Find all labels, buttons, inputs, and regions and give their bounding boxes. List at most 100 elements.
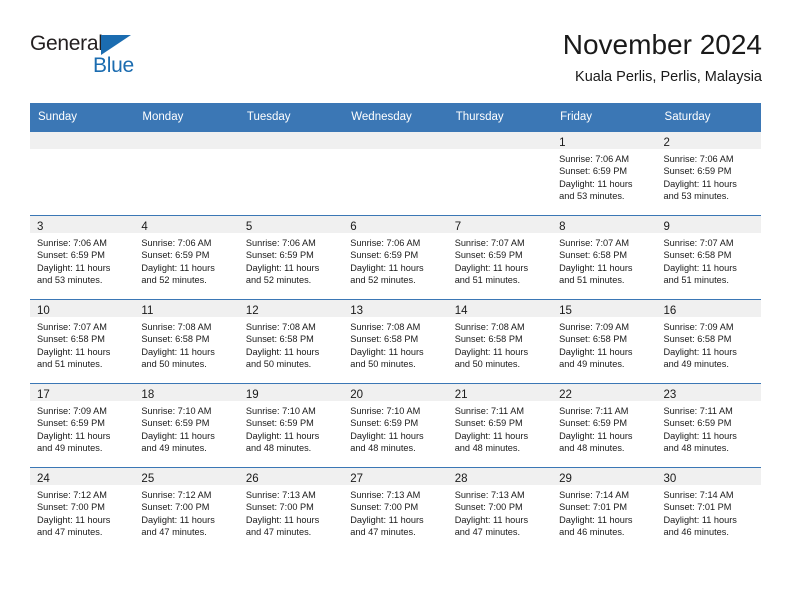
- sunrise-text: Sunrise: 7:07 AM: [663, 238, 734, 248]
- day-detail-body: Sunrise: 7:09 AM Sunset: 6:59 PM Daylight:…: [30, 401, 134, 455]
- sunset-text: Sunset: 6:59 PM: [37, 250, 105, 261]
- day-number-band: 20: [343, 384, 448, 401]
- weekday-header-wednesday: Wednesday: [343, 103, 448, 132]
- day-number-band: 2: [656, 132, 761, 149]
- day-number-band: 21: [447, 384, 553, 401]
- day-detail-body: Sunrise: 7:06 AM Sunset: 6:59 PM Daylight:…: [134, 233, 238, 287]
- day-number: 14: [454, 305, 468, 317]
- day-number: 17: [37, 389, 50, 401]
- calendar-day-cell-22[interactable]: 22 Sunrise: 7:11 AM Sunset: 6:59 PM Dayligh…: [552, 383, 657, 468]
- day-number-band: 24: [30, 468, 135, 485]
- daylight-text-line2: and 49 minutes.: [141, 443, 207, 454]
- day-number: 5: [245, 221, 253, 233]
- sunset-text: Sunset: 6:59 PM: [141, 250, 210, 261]
- calendar-day-cell-29[interactable]: 29 Sunrise: 7:14 AM Sunset: 7:01 PM Dayligh…: [552, 467, 657, 551]
- calendar-header-row: Sunday Monday Tuesday Wednesday Thursday Frid…: [30, 103, 761, 132]
- page-subtitle: Kuala Perlis, Perlis, Malaysia: [575, 69, 762, 85]
- sunrise-text: Sunrise: 7:08 AM: [350, 322, 421, 332]
- calendar-day-cell-4[interactable]: 4 Sunrise: 7:06 AM Sunset: 6:59 PM Daylight…: [134, 215, 239, 300]
- daylight-text-line2: and 53 minutes.: [663, 191, 729, 202]
- daylight-text-line1: Daylight: 11 hours: [559, 178, 633, 189]
- day-number: 16: [663, 305, 677, 317]
- sunrise-text: Sunrise: 7:07 AM: [454, 238, 525, 248]
- calendar-day-cell-25[interactable]: 25 Sunrise: 7:12 AM Sunset: 7:00 PM Dayligh…: [134, 467, 239, 551]
- day-detail-body: Sunrise: 7:06 AM Sunset: 6:59 PM Daylight:…: [343, 233, 447, 287]
- day-number-band: 30: [656, 468, 761, 485]
- day-number: 2: [663, 137, 670, 149]
- sunrise-text: Sunrise: 7:13 AM: [454, 490, 525, 500]
- day-detail-body: Sunrise: 7:06 AM Sunset: 6:59 PM Daylight:…: [552, 149, 656, 203]
- daylight-text-line2: and 49 minutes.: [663, 359, 729, 370]
- day-number: 28: [454, 473, 468, 485]
- calendar-day-cell-empty: [447, 131, 553, 216]
- day-number-band: [134, 132, 239, 149]
- day-detail-body: Sunrise: 7:12 AM Sunset: 7:00 PM Daylight:…: [134, 485, 238, 539]
- sunset-text: Sunset: 7:00 PM: [245, 502, 314, 513]
- daylight-text-line2: and 52 minutes.: [245, 275, 312, 286]
- day-number: 27: [350, 473, 364, 485]
- calendar-day-cell-21[interactable]: 21 Sunrise: 7:11 AM Sunset: 6:59 PM Dayligh…: [447, 383, 553, 468]
- sunset-text: Sunset: 6:59 PM: [245, 418, 314, 429]
- calendar-day-cell-19[interactable]: 19 Sunrise: 7:10 AM Sunset: 6:59 PM Dayligh…: [238, 383, 344, 468]
- calendar-day-cell-28[interactable]: 28 Sunrise: 7:13 AM Sunset: 7:00 PM Dayligh…: [447, 467, 553, 551]
- weekday-header-thursday: Thursday: [447, 103, 553, 132]
- daylight-text-line2: and 52 minutes.: [141, 275, 207, 286]
- calendar-day-cell-7[interactable]: 7 Sunrise: 7:07 AM Sunset: 6:59 PM Daylight…: [447, 215, 553, 300]
- day-number-band: 28: [447, 468, 553, 485]
- calendar-day-cell-3[interactable]: 3 Sunrise: 7:06 AM Sunset: 6:59 PM Daylight…: [30, 215, 135, 300]
- calendar-day-cell-27[interactable]: 27 Sunrise: 7:13 AM Sunset: 7:00 PM Dayligh…: [343, 467, 448, 551]
- calendar-day-cell-empty: [238, 131, 344, 216]
- calendar-day-cell-13[interactable]: 13 Sunrise: 7:08 AM Sunset: 6:58 PM Dayligh…: [343, 299, 448, 384]
- calendar-day-cell-23[interactable]: 23 Sunrise: 7:11 AM Sunset: 6:59 PM Dayligh…: [656, 383, 761, 468]
- daylight-text-line1: Daylight: 11 hours: [350, 346, 424, 357]
- calendar-day-cell-6[interactable]: 6 Sunrise: 7:06 AM Sunset: 6:59 PM Daylight…: [343, 215, 448, 300]
- sunset-text: Sunset: 6:59 PM: [559, 166, 628, 177]
- sunset-text: Sunset: 6:58 PM: [663, 334, 732, 345]
- day-number-band: 16: [656, 300, 761, 317]
- calendar-day-cell-26[interactable]: 26 Sunrise: 7:13 AM Sunset: 7:00 PM Dayligh…: [238, 467, 344, 551]
- calendar-day-cell-30[interactable]: 30 Sunrise: 7:14 AM Sunset: 7:01 PM Dayligh…: [656, 467, 761, 551]
- day-number: 6: [350, 221, 357, 233]
- sunset-text: Sunset: 6:59 PM: [350, 418, 419, 429]
- calendar-day-cell-24[interactable]: 24 Sunrise: 7:12 AM Sunset: 7:00 PM Dayligh…: [30, 467, 135, 551]
- day-number-band: 12: [238, 300, 344, 317]
- daylight-text-line2: and 53 minutes.: [559, 191, 625, 202]
- calendar-day-cell-12[interactable]: 12 Sunrise: 7:08 AM Sunset: 6:58 PM Dayligh…: [238, 299, 344, 384]
- calendar-day-cell-20[interactable]: 20 Sunrise: 7:10 AM Sunset: 6:59 PM Dayligh…: [343, 383, 448, 468]
- daylight-text-line1: Daylight: 11 hours: [663, 262, 737, 273]
- daylight-text-line2: and 51 minutes.: [559, 275, 625, 286]
- daylight-text-line1: Daylight: 11 hours: [245, 430, 320, 441]
- calendar-day-cell-17[interactable]: 17 Sunrise: 7:09 AM Sunset: 6:59 PM Dayligh…: [30, 383, 135, 468]
- daylight-text-line2: and 49 minutes.: [37, 443, 103, 454]
- day-number-band: [30, 132, 135, 149]
- weekday-header: Sunday Monday Tuesday Wednesday Thursday Frid…: [30, 103, 761, 132]
- sunset-text: Sunset: 7:00 PM: [350, 502, 419, 513]
- calendar-day-cell-16[interactable]: 16 Sunrise: 7:09 AM Sunset: 6:58 PM Dayligh…: [656, 299, 761, 384]
- calendar-day-cell-2[interactable]: 2 Sunrise: 7:06 AM Sunset: 6:59 PM Daylight…: [656, 131, 761, 216]
- daylight-text-line1: Daylight: 11 hours: [454, 262, 529, 273]
- sunrise-text: Sunrise: 7:14 AM: [559, 490, 630, 500]
- sunrise-text: Sunrise: 7:10 AM: [350, 406, 421, 416]
- day-number: 25: [141, 473, 155, 485]
- daylight-text-line2: and 50 minutes.: [454, 359, 521, 370]
- calendar-day-cell-15[interactable]: 15 Sunrise: 7:09 AM Sunset: 6:58 PM Dayligh…: [552, 299, 657, 384]
- calendar-day-cell-18[interactable]: 18 Sunrise: 7:10 AM Sunset: 6:59 PM Dayligh…: [134, 383, 239, 468]
- day-detail-body: Sunrise: 7:06 AM Sunset: 6:59 PM Daylight:…: [239, 233, 343, 287]
- calendar-day-cell-14[interactable]: 14 Sunrise: 7:08 AM Sunset: 6:58 PM Dayligh…: [447, 299, 553, 384]
- sunrise-text: Sunrise: 7:11 AM: [559, 406, 629, 416]
- calendar-day-cell-10[interactable]: 10 Sunrise: 7:07 AM Sunset: 6:58 PM Dayligh…: [30, 299, 135, 384]
- daylight-text-line1: Daylight: 11 hours: [559, 514, 633, 525]
- sunrise-text: Sunrise: 7:09 AM: [37, 406, 107, 416]
- day-number-band: 5: [238, 216, 344, 233]
- daylight-text-line1: Daylight: 11 hours: [559, 430, 633, 441]
- sunrise-text: Sunrise: 7:11 AM: [454, 406, 524, 416]
- calendar-day-cell-11[interactable]: 11 Sunrise: 7:08 AM Sunset: 6:58 PM Dayligh…: [134, 299, 239, 384]
- calendar-day-cell-8[interactable]: 8 Sunrise: 7:07 AM Sunset: 6:58 PM Daylight…: [552, 215, 657, 300]
- day-detail-body: Sunrise: 7:07 AM Sunset: 6:58 PM Daylight:…: [30, 317, 134, 371]
- daylight-text-line1: Daylight: 11 hours: [663, 346, 737, 357]
- calendar-day-cell-1[interactable]: 1 Sunrise: 7:06 AM Sunset: 6:59 PM Daylight…: [552, 131, 657, 216]
- calendar-day-cell-5[interactable]: 5 Sunrise: 7:06 AM Sunset: 6:59 PM Daylight…: [238, 215, 344, 300]
- calendar-day-cell-9[interactable]: 9 Sunrise: 7:07 AM Sunset: 6:58 PM Daylight…: [656, 215, 761, 300]
- daylight-text-line1: Daylight: 11 hours: [37, 430, 111, 441]
- daylight-text-line1: Daylight: 11 hours: [37, 514, 111, 525]
